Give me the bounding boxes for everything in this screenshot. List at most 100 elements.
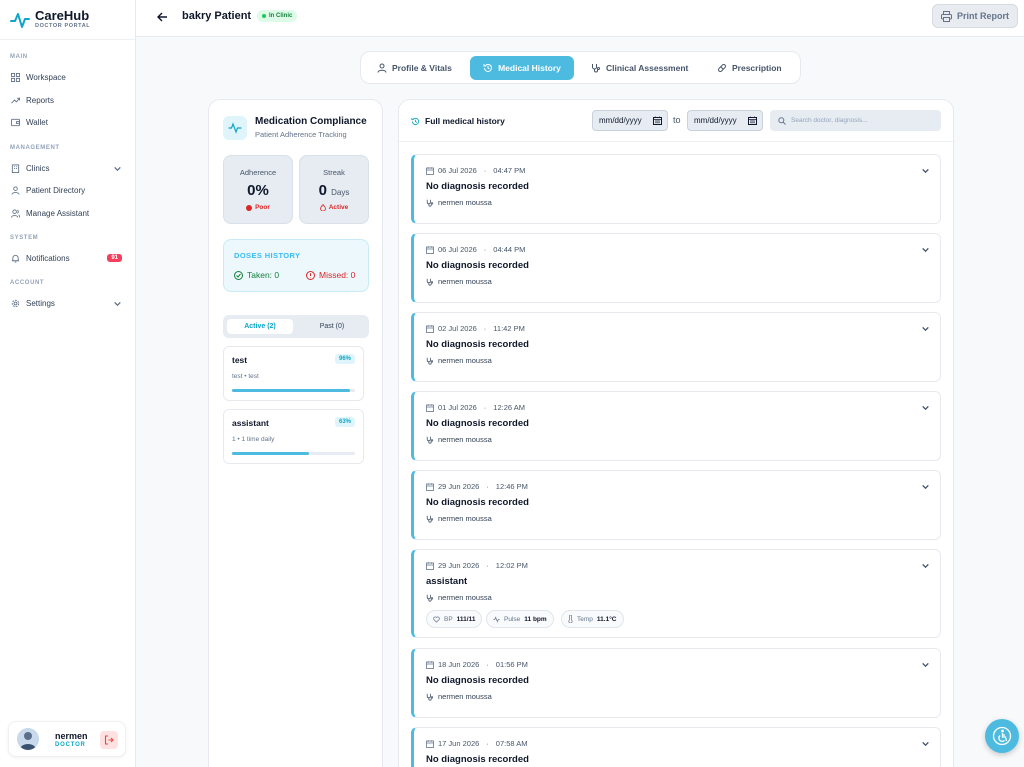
calendar-icon [426,739,434,748]
date-to-value: mm/dd/yyyy [694,116,737,125]
calendar-icon[interactable] [653,116,662,125]
doses-taken-label: Taken: 0 [247,270,280,280]
section-label-system: SYSTEM [10,235,39,241]
record-doctor: nermen moussa [426,198,492,207]
history-record-card[interactable]: 06 Jul 2026 · 04:44 PM No diagnosis recorde… [411,233,941,303]
history-title: Full medical history [411,116,505,126]
date-range-separator: to [673,115,681,125]
sidebar-item-settings[interactable]: Settings [6,294,130,312]
logout-icon [104,735,114,745]
record-time: 07:58 AM [495,739,528,748]
brand-subtitle: DOCTOR PORTAL [35,23,91,29]
search-input[interactable]: Search doctor, diagnosis... [770,110,941,131]
calendar-icon[interactable] [748,116,757,125]
record-date: 02 Jul 2026 [438,324,477,333]
arrow-left-icon [156,11,168,23]
history-record-card[interactable]: 02 Jul 2026 · 11:42 PM No diagnosis recorde… [411,312,941,382]
print-report-button[interactable]: Print Report [932,4,1018,28]
chevron-down-icon[interactable] [921,482,930,491]
grid-icon [11,72,20,82]
tab-medical-history[interactable]: Medical History [470,56,574,80]
status-label: In Clinic [269,13,293,19]
gear-icon [11,299,20,308]
record-diagnosis: No diagnosis recorded [426,675,529,686]
date-to-input[interactable]: mm/dd/yyyy [687,110,763,131]
record-diagnosis: assistant [426,576,468,587]
accessibility-button[interactable] [985,719,1019,753]
section-label-account: ACCOUNT [10,280,45,286]
calendar-icon [426,403,434,412]
record-time: 01:56 PM [495,660,528,669]
sidebar-item-clinics[interactable]: Clinics [6,159,130,177]
chevron-down-icon[interactable] [921,739,930,748]
record-doctor-name: nermen moussa [438,692,492,701]
separator-dot: · [486,561,489,570]
sidebar-item-label: Clinics [26,163,50,173]
vital-label: BP [444,615,453,623]
sidebar-item-reports[interactable]: Reports [6,91,130,109]
back-button[interactable] [156,11,168,23]
history-record-card[interactable]: 18 Jun 2026 · 01:56 PM No diagnosis recorde… [411,648,941,718]
record-doctor: nermen moussa [426,356,492,365]
tab-prescription[interactable]: Prescription [713,56,793,80]
tab-clinical-assessment[interactable]: Clinical Assessment [585,56,695,80]
notification-count-badge: 91 [107,254,122,262]
sidebar-item-notifications[interactable]: Notifications 91 [6,249,130,267]
calendar-icon [426,166,434,175]
toggle-past-button[interactable]: Past (0) [299,319,365,334]
toggle-active-button[interactable]: Active (2) [227,319,293,334]
sidebar-item-label: Patient Directory [26,185,86,195]
stethoscope-icon [426,693,434,701]
calendar-icon [426,245,434,254]
history-record-card[interactable]: 01 Jul 2026 · 12:26 AM No diagnosis recorde… [411,391,941,461]
medication-card[interactable]: test 96% test • test [223,346,364,401]
logout-button[interactable] [100,731,118,749]
medication-progress-bar [232,452,355,455]
sidebar-item-manage-assistant[interactable]: Manage Assistant [6,204,130,222]
chevron-down-icon[interactable] [921,403,930,412]
avatar [17,728,39,750]
date-from-input[interactable]: mm/dd/yyyy [592,110,668,131]
chevron-down-icon[interactable] [921,245,930,254]
sidebar-item-patient-directory[interactable]: Patient Directory [6,181,130,199]
brand[interactable]: CareHub DOCTOR PORTAL [0,0,135,40]
flame-icon [319,204,326,211]
history-icon [483,63,493,73]
sidebar-item-wallet[interactable]: Wallet [6,113,130,131]
compliance-subtitle: Patient Adherence Tracking [255,130,347,139]
record-date: 29 Jun 2026 [438,561,480,570]
calendar-icon [426,482,434,491]
streak-label: Streak [323,168,345,177]
tab-profile-vitals[interactable]: Profile & Vitals [371,56,461,80]
history-record-card[interactable]: 17 Jun 2026 · 07:58 AM No diagnosis recorde… [411,727,941,767]
section-label-main: MAIN [10,54,28,60]
status-dot-icon [262,14,266,18]
record-diagnosis: No diagnosis recorded [426,754,529,765]
doses-taken: Taken: 0 [234,270,279,280]
history-record-card[interactable]: 29 Jun 2026 · 12:46 PM No diagnosis recorde… [411,470,941,540]
chevron-down-icon[interactable] [921,660,930,669]
separator-dot: · [483,245,487,254]
sidebar-item-workspace[interactable]: Workspace [6,68,130,86]
chevron-down-icon[interactable] [921,324,930,333]
adherence-status: Poor [224,204,292,211]
vital-value: 111/11 [456,615,476,623]
record-doctor-name: nermen moussa [438,277,492,286]
history-record-card[interactable]: 06 Jul 2026 · 04:47 PM No diagnosis recorde… [411,154,941,224]
stethoscope-icon [426,357,434,365]
chevron-down-icon[interactable] [921,561,930,570]
user-profile-card[interactable]: nermen DOCTOR [8,721,126,757]
vital-value: 11 bpm [524,615,547,623]
history-record-card[interactable]: 29 Jun 2026 · 12:02 PM assistant nermen mous… [411,549,941,638]
sidebar-item-label: Settings [26,298,55,308]
sidebar-item-label: Manage Assistant [26,208,90,218]
topbar: bakry Patient In Clinic Print Report [136,0,1024,37]
vital-value: 11.1°C [596,615,617,623]
medication-card[interactable]: assistant 63% 1 • 1 time daily [223,409,364,464]
medication-percent-badge: 96% [334,354,355,364]
streak-card: Streak 0 Days Active [299,155,369,224]
record-date: 06 Jul 2026 [438,166,477,175]
alert-circle-icon [306,270,315,280]
vital-chip: BP 111/11 [426,610,483,628]
chevron-down-icon[interactable] [921,166,930,175]
